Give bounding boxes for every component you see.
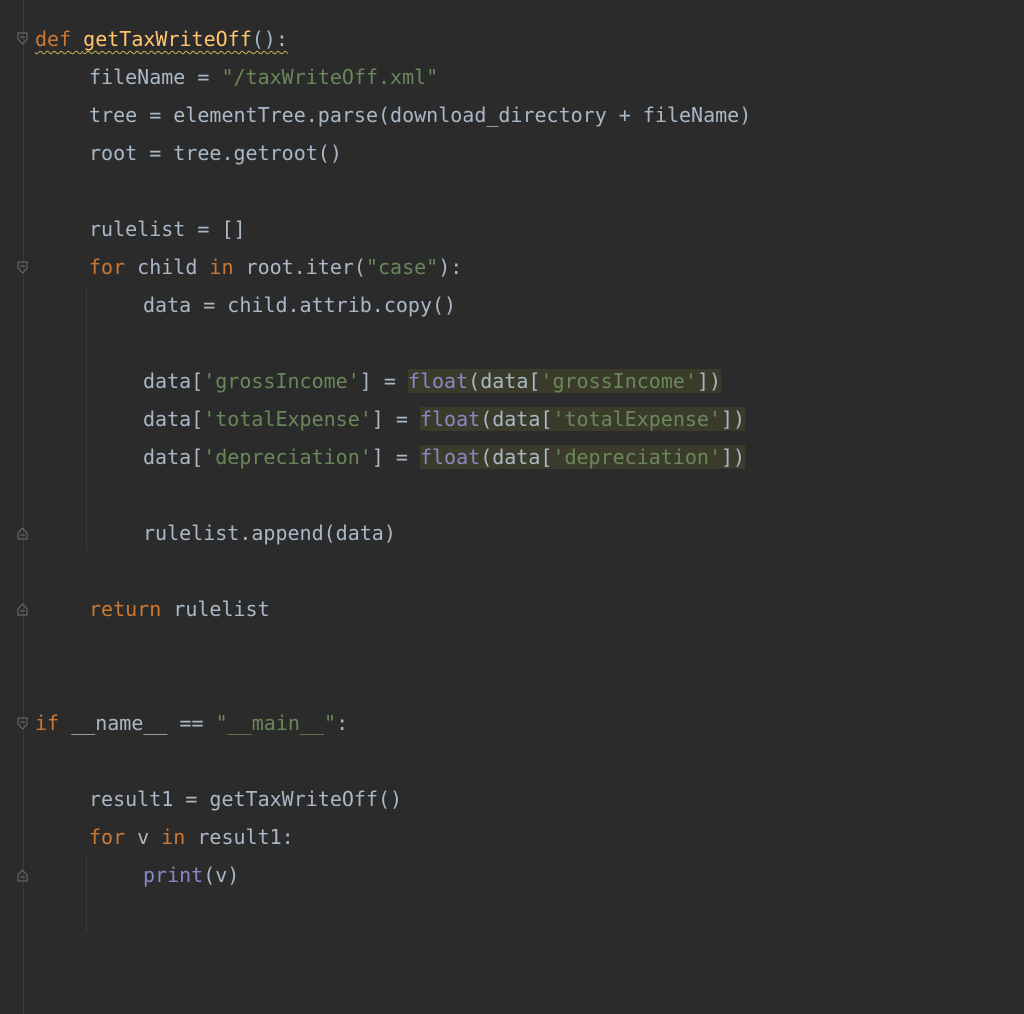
code-token: (): [251,27,288,51]
fold-close-icon[interactable] [17,527,28,540]
code-line[interactable]: return rulelist [89,590,270,628]
code-token: rulelist.append(data) [143,521,396,545]
function-name-token: getTaxWriteOff [83,27,252,51]
keyword-token: for [89,255,126,279]
builtin-token: float [419,445,481,469]
keyword-token: for [89,825,126,849]
highlighted-expression: float(data['totalExpense']) [419,407,746,431]
editor-gutter [0,0,24,1014]
builtin-token: float [419,407,481,431]
code-token: v [125,825,162,849]
string-token: 'totalExpense' [203,407,372,431]
code-line[interactable]: data['grossIncome'] = float(data['grossI… [143,362,722,400]
string-token: "/taxWriteOff.xml" [221,65,439,89]
code-token: ): [438,255,463,279]
fold-open-icon[interactable] [17,717,28,730]
code-token: child [125,255,210,279]
keyword-token: return [89,597,162,621]
code-token: ]) [721,407,746,431]
highlighted-expression: float(data['grossIncome']) [407,369,722,393]
code-token: (data[ [480,445,553,469]
code-token: data[ [143,445,204,469]
fold-close-icon[interactable] [17,869,28,882]
code-token: root = tree.getroot() [89,141,342,165]
code-line[interactable]: for v in result1: [89,818,294,856]
code-token: ] = [371,407,420,431]
code-token: (data[ [480,407,553,431]
code-line[interactable]: rulelist.append(data) [143,514,396,552]
code-token: rulelist = [] [89,217,246,241]
code-line[interactable]: data = child.attrib.copy() [143,286,456,324]
code-token: rulelist [161,597,270,621]
code-token: data[ [143,407,204,431]
code-token: ]) [696,369,722,393]
code-editor[interactable]: def getTaxWriteOff(): fileName = "/taxWr… [0,0,1024,1014]
code-token: root.iter( [233,255,366,279]
code-token: data = child.attrib.copy() [143,293,457,317]
code-token: ]) [721,445,746,469]
string-token: 'depreciation' [552,445,722,469]
code-token: (data[ [468,369,541,393]
keyword-token: def [35,27,72,51]
code-token: tree = elementTree.parse(download_direct… [89,103,752,127]
code-line[interactable]: tree = elementTree.parse(download_direct… [89,96,751,134]
code-token: data[ [143,369,204,393]
code-line[interactable]: print(v) [143,856,239,894]
string-token: "case" [365,255,439,279]
code-line[interactable]: data['totalExpense'] = float(data['total… [143,400,746,438]
highlighted-expression: float(data['depreciation']) [419,445,746,469]
code-line[interactable]: root = tree.getroot() [89,134,342,172]
string-token: 'grossIncome' [203,369,360,393]
indent-guide [86,286,87,551]
string-token: 'grossIncome' [540,369,697,393]
code-token: ] = [371,445,420,469]
fold-open-icon[interactable] [17,32,28,45]
fold-close-icon[interactable] [17,603,28,616]
code-line[interactable]: for child in root.iter("case"): [89,248,462,286]
code-token: (v) [203,863,240,887]
builtin-token: print [143,863,204,887]
fold-open-icon[interactable] [17,261,28,274]
code-token: fileName = [89,65,222,89]
code-token: : [336,711,349,735]
code-token: result1 = getTaxWriteOff() [89,787,403,811]
code-line[interactable]: if __name__ == "__main__": [35,704,348,742]
code-token: ] = [359,369,408,393]
code-line[interactable]: fileName = "/taxWriteOff.xml" [89,58,438,96]
string-token: 'totalExpense' [552,407,722,431]
code-line[interactable]: result1 = getTaxWriteOff() [89,780,402,818]
builtin-token: float [407,369,469,393]
code-token: __name__ == [59,711,216,735]
keyword-token: if [35,711,60,735]
code-line[interactable]: data['depreciation'] = float(data['depre… [143,438,746,476]
string-token: 'depreciation' [203,445,372,469]
indent-guide [86,856,87,932]
keyword-token: in [209,255,234,279]
string-token: "__main__" [215,711,337,735]
gutter-border [23,0,24,1014]
keyword-token: in [161,825,186,849]
code-line[interactable]: rulelist = [] [89,210,246,248]
code-line[interactable]: def getTaxWriteOff(): [35,20,288,58]
code-token: result1: [185,825,294,849]
